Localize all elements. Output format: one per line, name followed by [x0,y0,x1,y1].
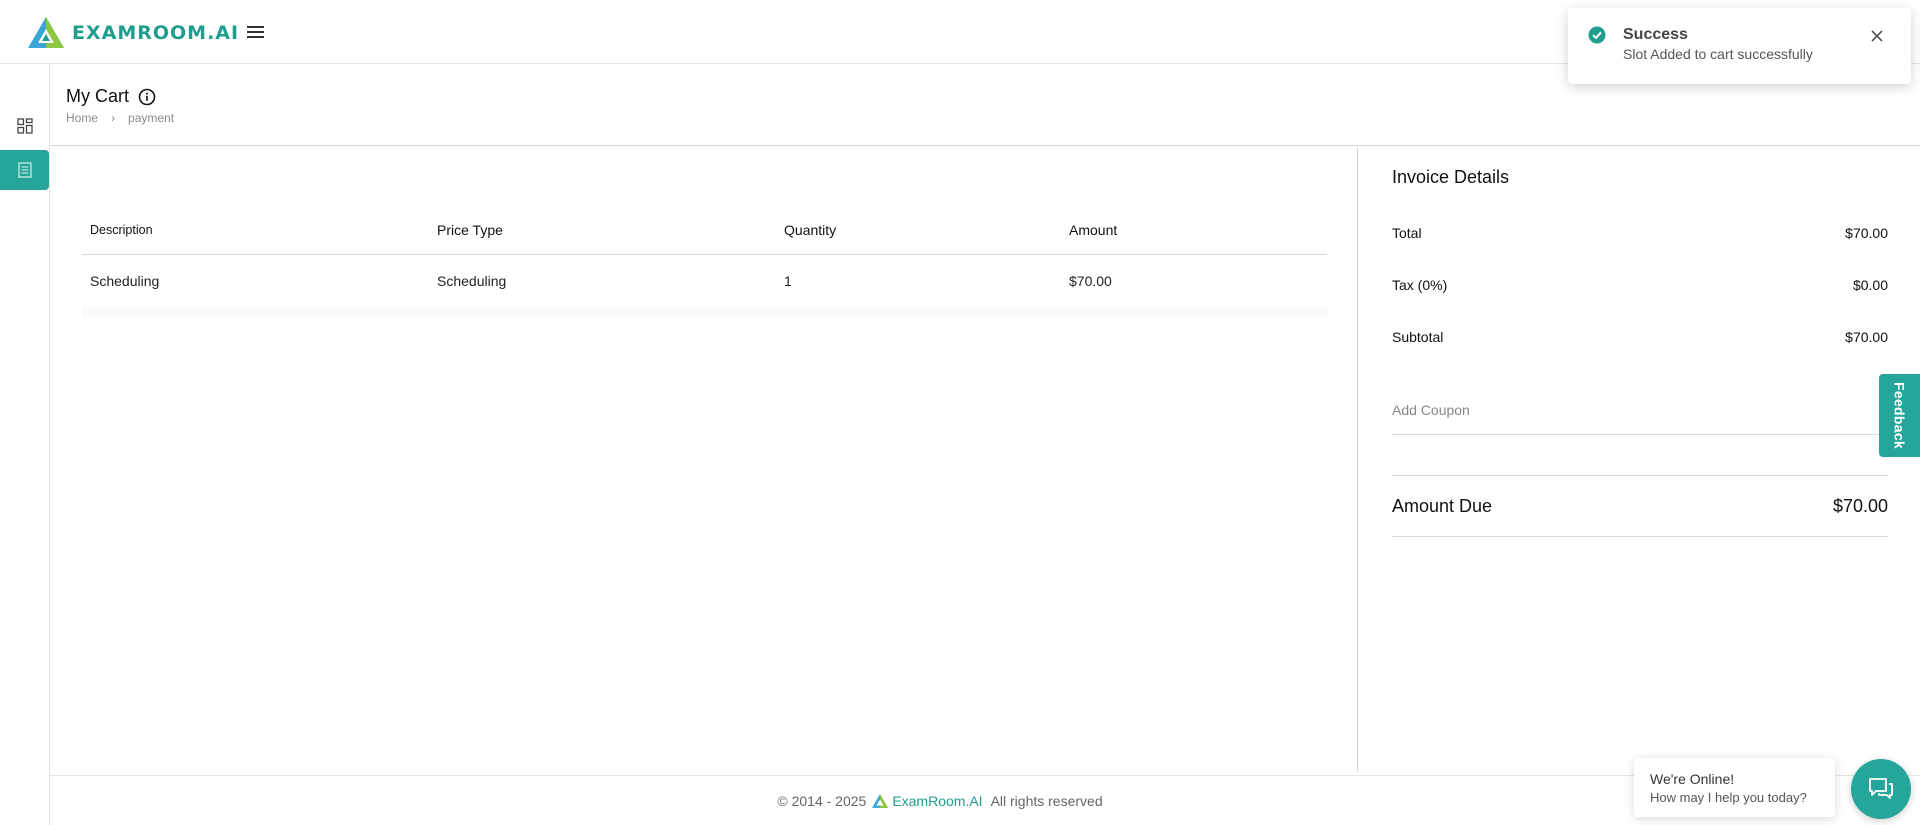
divider [1392,475,1888,476]
document-icon [17,162,32,178]
chat-greeting-bubble[interactable]: We're Online! How may I help you today? [1634,758,1835,817]
logo-text: EXAMROOM.AI [72,21,240,44]
chat-launcher-button[interactable] [1851,759,1911,819]
dashboard-icon [16,118,33,134]
divider [1392,536,1888,537]
page-title: My Cart [66,86,156,107]
info-icon[interactable] [138,88,156,106]
invoice-details-panel: Invoice Details Total $70.00 Tax (0%) $0… [1392,147,1888,772]
invoice-total-row: Total $70.00 [1392,225,1888,241]
invoice-tax-value: $0.00 [1852,277,1888,293]
amount-due-value: $70.00 [1832,496,1888,516]
breadcrumb-current: payment [128,111,175,125]
breadcrumb: Home › payment [66,111,174,125]
invoice-total-value: $70.00 [1845,225,1888,241]
chat-status-text: We're Online! [1650,771,1735,787]
breadcrumb-home[interactable]: Home [66,111,98,125]
invoice-tax-row: Tax (0%) $0.00 [1392,277,1888,293]
table-row: Scheduling Scheduling 1 $70.00 [82,255,1327,307]
column-header-description: Description [90,222,153,237]
cart-panel: Description Price Type Quantity Amount S… [50,147,1358,772]
cart-table: Description Price Type Quantity Amount S… [82,205,1327,317]
column-header-quantity: Quantity [784,221,837,238]
page-title-text: My Cart [66,86,129,106]
chat-prompt-text: How may I help you today? [1650,790,1807,805]
success-toast: Success Slot Added to cart successfully [1568,8,1911,84]
chevron-right-icon: › [111,111,116,125]
invoice-tax-label: Tax (0%) [1392,277,1448,293]
footer-copyright: © 2014 - 2025 [777,792,867,809]
sidebar-item-dashboard[interactable] [0,106,49,146]
invoice-subtotal-label: Subtotal [1392,329,1444,345]
cell-description: Scheduling [90,273,160,289]
feedback-tab[interactable]: Feedback [1879,374,1920,457]
cell-quantity: 1 [784,273,792,289]
cell-amount: $70.00 [1069,273,1112,289]
check-circle-icon [1588,26,1606,49]
toast-message: Slot Added to cart successfully [1623,46,1813,62]
sidebar [0,64,50,825]
coupon-input[interactable]: Add Coupon [1392,402,1888,435]
column-header-amount: Amount [1069,221,1118,238]
table-header-row: Description Price Type Quantity Amount [82,205,1327,255]
table-footer [82,307,1327,317]
column-header-price-type: Price Type [437,221,503,238]
logo-mark-icon [28,17,64,48]
cell-price-type: Scheduling [437,273,507,289]
examroom-logo[interactable]: EXAMROOM.AI [28,17,239,48]
footer-rights: All rights reserved [990,792,1103,809]
footer-brand: ExamRoom.AI [872,792,983,809]
sidebar-item-cart[interactable] [0,150,49,190]
hamburger-menu-icon[interactable] [244,22,268,42]
toast-title: Success [1623,26,1688,43]
feedback-label: Feedback [1891,382,1908,449]
amount-due-label: Amount Due [1392,496,1493,516]
footer-brand-text: ExamRoom.AI [892,792,983,809]
close-icon[interactable] [1867,26,1887,46]
amount-due-row: Amount Due $70.00 [1392,496,1888,517]
logo-mark-icon [872,793,889,808]
invoice-subtotal-row: Subtotal $70.00 [1392,329,1888,345]
invoice-title: Invoice Details [1392,167,1510,187]
invoice-total-label: Total [1392,225,1422,241]
invoice-subtotal-value: $70.00 [1845,329,1888,345]
chat-icon [1869,778,1893,799]
